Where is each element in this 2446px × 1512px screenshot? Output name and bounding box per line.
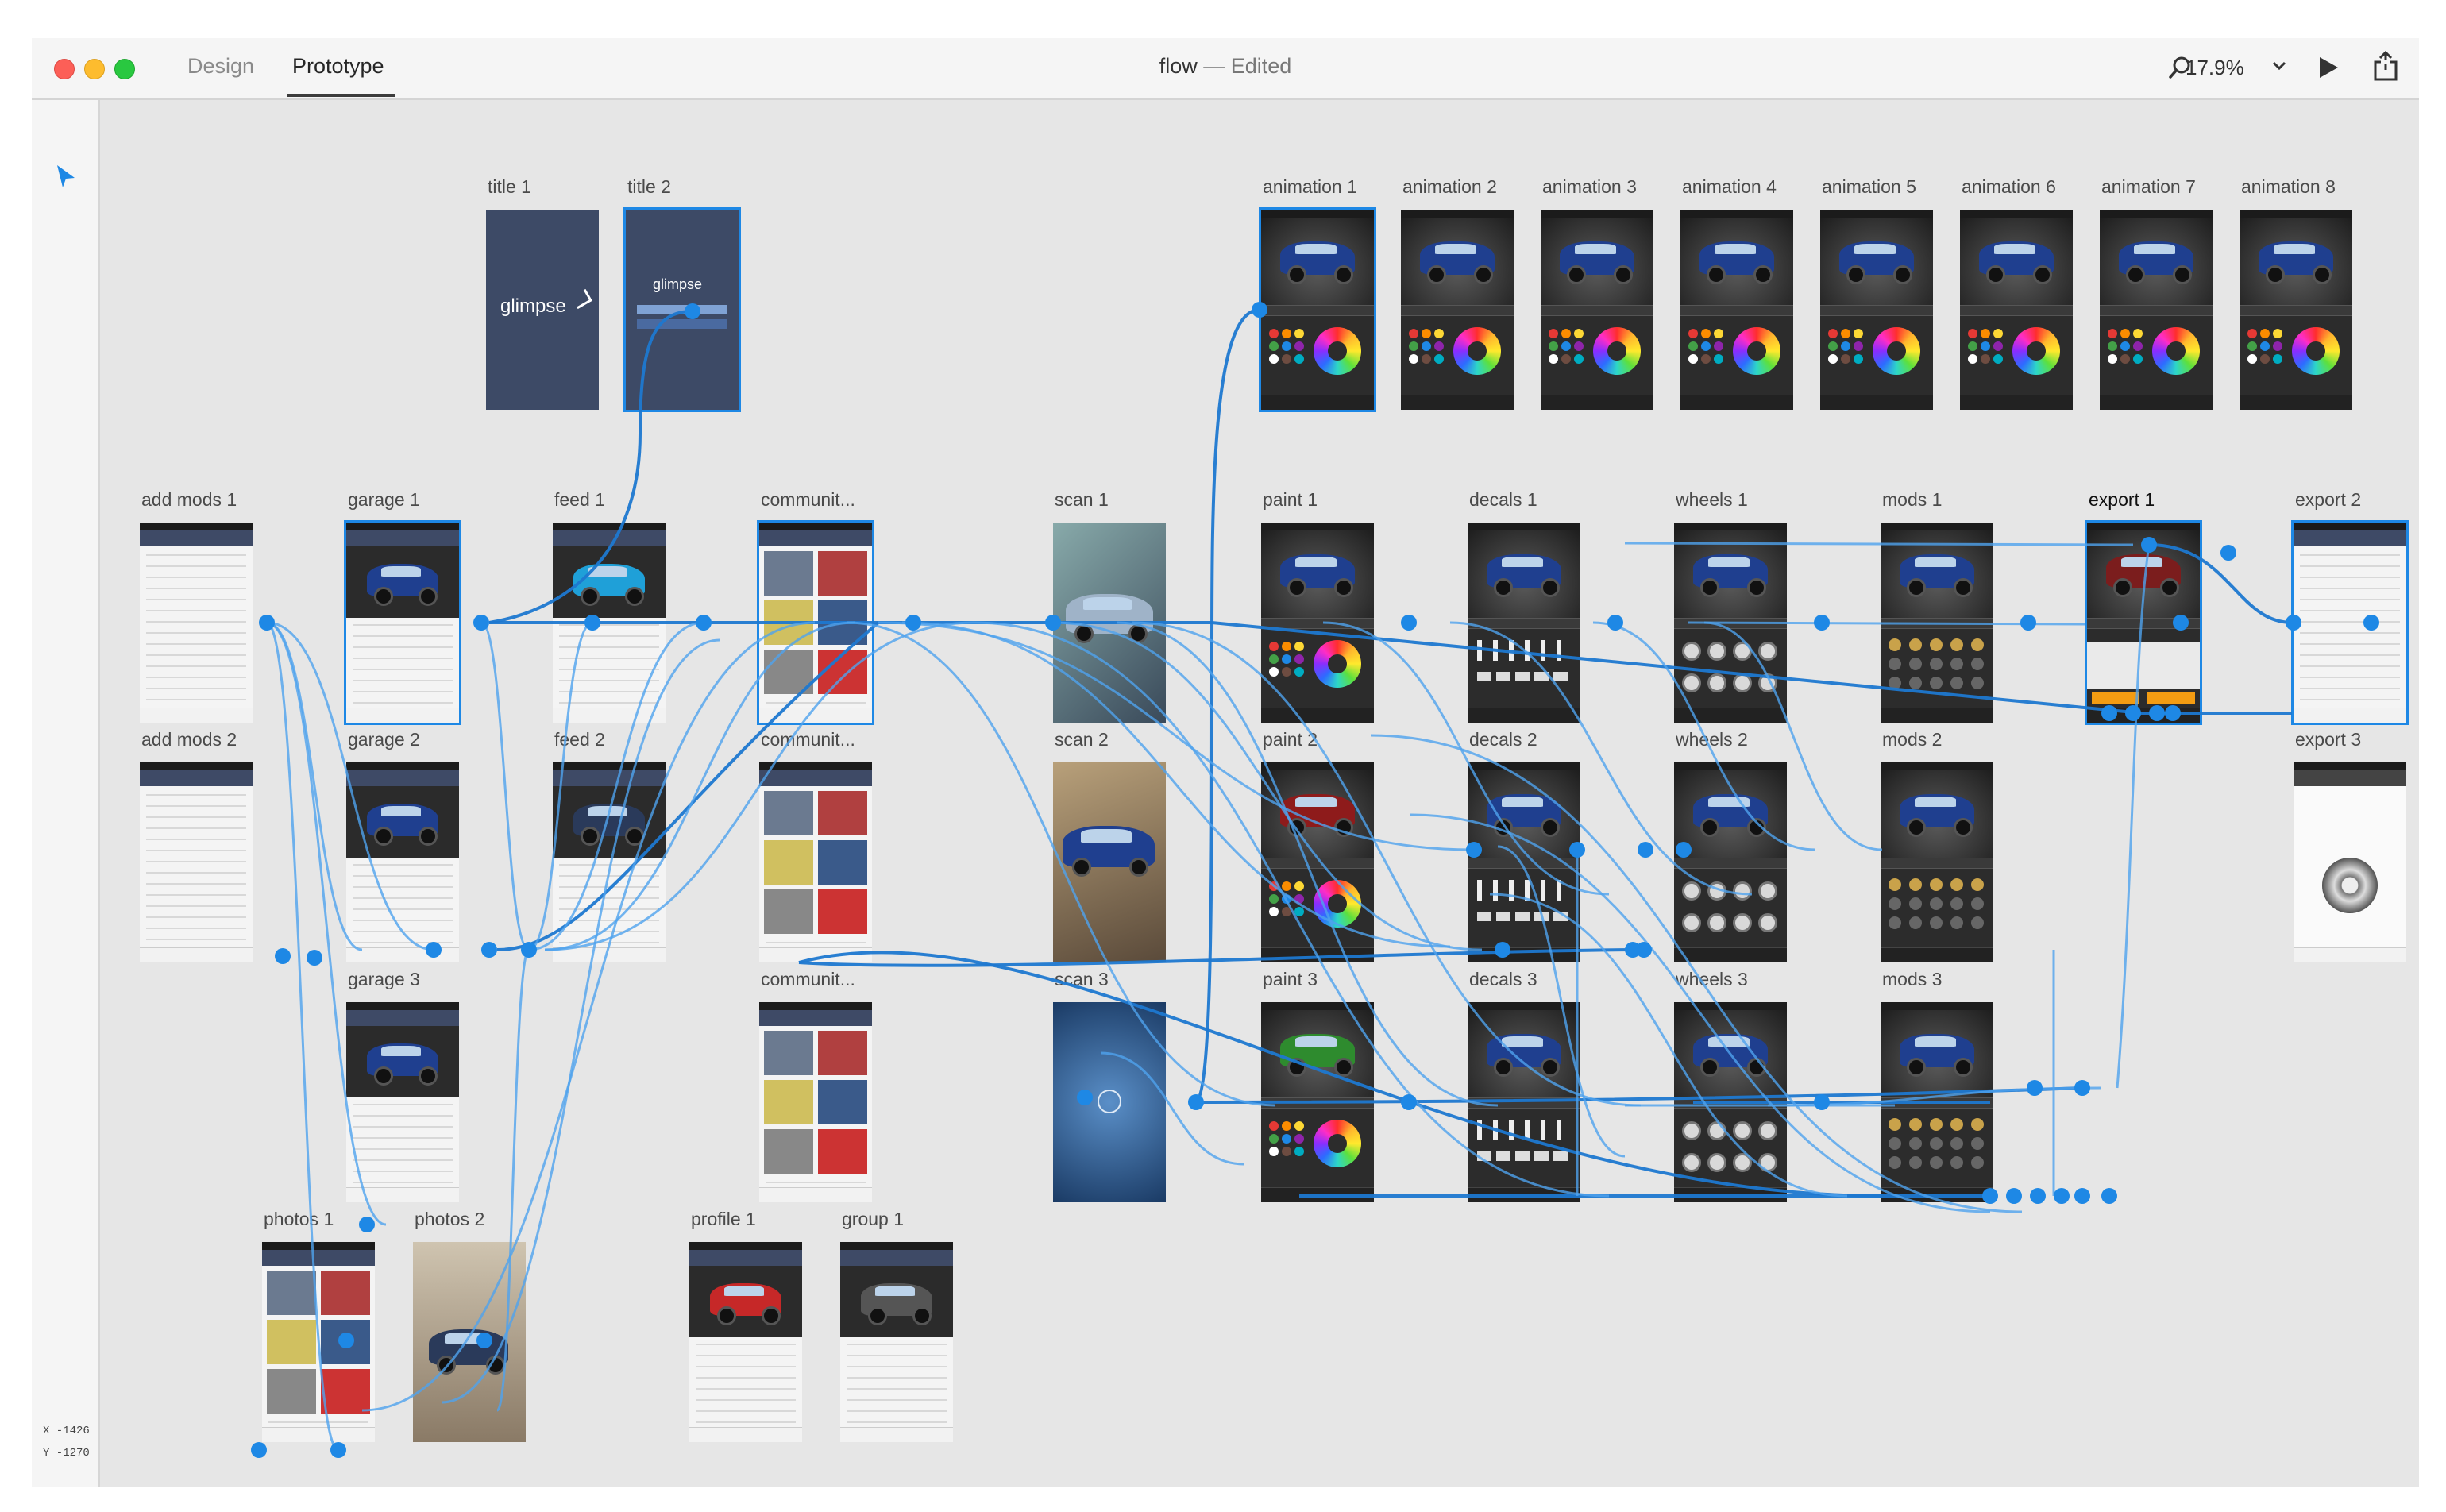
connector-line[interactable] (1100, 1051, 1244, 1166)
connector-line[interactable] (528, 621, 593, 951)
connector-handle[interactable] (251, 1442, 267, 1458)
connector-handle[interactable] (1252, 302, 1267, 318)
connector-handle[interactable] (359, 1217, 375, 1232)
connector-handle[interactable] (2165, 705, 2181, 721)
connector-line[interactable] (1592, 621, 1816, 851)
connector-handle[interactable] (2101, 1188, 2117, 1204)
connector-handle[interactable] (259, 615, 275, 631)
connector-handle[interactable] (2054, 1188, 2070, 1204)
select-arrow-icon[interactable] (56, 164, 76, 193)
connector-handle[interactable] (2027, 1080, 2043, 1096)
connector-line[interactable] (1489, 893, 1848, 1198)
connector-handle[interactable] (426, 942, 442, 958)
cursor-y-readout: Y -1270 (43, 1447, 90, 1460)
connector-handle[interactable] (2030, 1188, 2046, 1204)
document-status: Edited (1230, 54, 1292, 78)
connector-line[interactable] (1624, 542, 2134, 546)
connector-handle[interactable] (1401, 1094, 1417, 1110)
connector-line[interactable] (1703, 621, 1883, 851)
connector-handle[interactable] (2173, 615, 2189, 631)
connector-handle[interactable] (1982, 1188, 1998, 1204)
connector-handle[interactable] (1636, 942, 1652, 958)
connector-handle[interactable] (696, 615, 712, 631)
connector-handle[interactable] (521, 942, 537, 958)
connector-handle[interactable] (481, 942, 497, 958)
connector-line[interactable] (441, 638, 720, 1404)
connector-handle[interactable] (1495, 942, 1510, 958)
zoom-level[interactable]: 17.9% (2186, 56, 2244, 80)
connector-handle[interactable] (1077, 1090, 1093, 1105)
connector-line[interactable] (266, 621, 434, 951)
connector-handle[interactable] (1638, 842, 1653, 858)
connector-line[interactable] (544, 621, 855, 951)
connector-line[interactable] (1370, 734, 2023, 1213)
connector-handle[interactable] (1814, 1094, 1830, 1110)
left-toolbar: X -1426 Y -1270 (32, 100, 100, 1487)
chevron-down-icon[interactable] (2271, 60, 2287, 75)
connector-line[interactable] (1194, 308, 1260, 1104)
prototype-connections (251, 302, 2379, 1458)
connector-line[interactable] (798, 951, 1881, 1198)
connector-line[interactable] (1410, 813, 1991, 1213)
connector-line[interactable] (266, 621, 339, 1452)
connector-line[interactable] (798, 948, 1645, 967)
app-window: Design Prototype flow — Edited 17.9% X -… (32, 38, 2419, 1487)
active-tab-indicator (287, 94, 395, 97)
cursor-x-readout: X -1426 (43, 1425, 90, 1437)
connector-line[interactable] (1322, 621, 1610, 896)
connector-handle[interactable] (1814, 615, 1830, 631)
connector-line[interactable] (528, 621, 704, 951)
connector-handle[interactable] (1188, 1094, 1204, 1110)
play-icon[interactable] (2317, 56, 2340, 83)
connector-handle[interactable] (2141, 537, 2157, 553)
connector-line[interactable] (544, 621, 974, 951)
connector-handle[interactable] (2020, 615, 2036, 631)
title-separator: — (1203, 54, 1225, 78)
connector-line[interactable] (496, 621, 880, 951)
connector-handle[interactable] (338, 1333, 354, 1348)
connector-handle[interactable] (2286, 615, 2301, 631)
document-title: flow — Edited (32, 54, 2419, 79)
connector-handle[interactable] (685, 303, 700, 319)
connector-handle[interactable] (330, 1442, 346, 1458)
title-bar: Design Prototype flow — Edited 17.9% (32, 38, 2419, 100)
connector-line[interactable] (2148, 543, 2293, 624)
connector-handle[interactable] (905, 615, 921, 631)
connector-handle[interactable] (2149, 705, 2165, 721)
connector-handle[interactable] (1569, 842, 1585, 858)
connector-line[interactable] (480, 621, 530, 951)
connector-handle[interactable] (473, 615, 489, 631)
connector-handle[interactable] (2125, 705, 2141, 721)
connector-handle[interactable] (1466, 842, 1482, 858)
connector-handle[interactable] (307, 950, 322, 966)
connector-line[interactable] (1449, 621, 1753, 896)
connector-line[interactable] (488, 310, 693, 624)
connector-handle[interactable] (1607, 615, 1623, 631)
document-name: flow (1159, 54, 1198, 78)
connector-handle[interactable] (2220, 545, 2236, 561)
connector-handle[interactable] (584, 615, 600, 631)
connector-line[interactable] (1116, 621, 1499, 1107)
connector-handle[interactable] (2101, 705, 2117, 721)
share-icon[interactable] (2373, 50, 2398, 85)
connector-line[interactable] (361, 621, 816, 1412)
connector-handle[interactable] (2363, 615, 2379, 631)
connector-handle[interactable] (1676, 842, 1692, 858)
connector-handle[interactable] (2006, 1188, 2022, 1204)
connector-line[interactable] (2116, 544, 2151, 1089)
prototype-canvas[interactable]: title 1 title 2 animation 1 animation 2 … (100, 100, 2419, 1487)
connector-handle[interactable] (476, 1333, 492, 1348)
connector-handle[interactable] (275, 948, 291, 964)
connector-handle[interactable] (2074, 1080, 2090, 1096)
connector-handle[interactable] (1401, 615, 1417, 631)
connector-handle[interactable] (1045, 615, 1061, 631)
connector-handle[interactable] (2074, 1188, 2090, 1204)
